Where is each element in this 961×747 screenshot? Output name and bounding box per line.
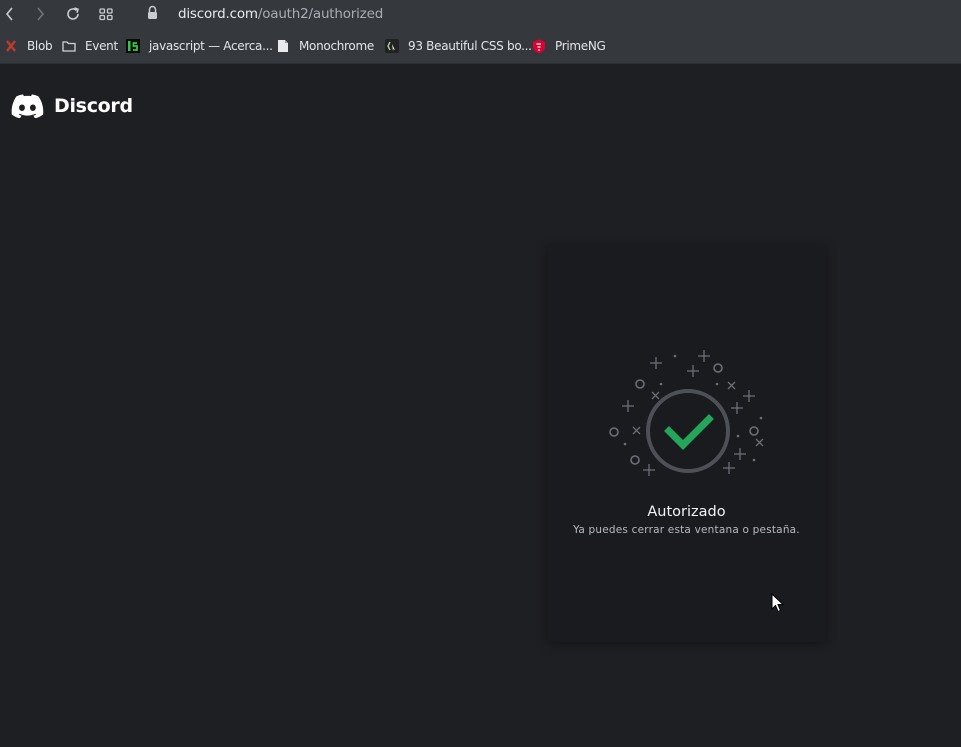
bookmark-label: Blob	[27, 39, 53, 53]
bookmark-label: javascript — Acerca...	[149, 39, 273, 53]
forward-button[interactable]	[30, 4, 50, 24]
authorized-title: Autorizado	[647, 504, 726, 520]
checkmark-icon	[664, 414, 714, 450]
bookmark-javascript[interactable]: javascript — Acerca...	[126, 37, 273, 55]
speed-dial-button[interactable]	[96, 4, 116, 24]
back-button[interactable]	[0, 4, 20, 24]
bookmarks-bar: Blob Event javascript — Acerca... Monoch…	[0, 29, 961, 64]
folder-icon	[62, 39, 76, 53]
document-icon	[276, 39, 290, 53]
reload-button[interactable]	[63, 4, 83, 24]
check-ring	[646, 389, 730, 473]
bookmark-label: Event	[85, 39, 118, 53]
brand-wordmark: Discord	[54, 95, 133, 117]
bookmark-label: PrimeNG	[555, 39, 606, 53]
css-site-icon	[385, 39, 399, 53]
grid-icon	[99, 8, 113, 21]
mouse-cursor-icon	[771, 593, 785, 613]
address-bar[interactable]: discord.com/oauth2/authorized	[178, 6, 383, 22]
bookmark-css-bo[interactable]: 93 Beautiful CSS bo...	[385, 37, 532, 55]
bookmark-event[interactable]: Event	[62, 37, 118, 55]
page-content: Discord Autorizado Ya puedes cerrar esta…	[0, 64, 961, 747]
bookmark-label: Monochrome	[299, 39, 374, 53]
reload-icon	[67, 7, 79, 20]
discord-icon	[11, 94, 44, 118]
chevron-left-icon	[5, 7, 13, 21]
url-host: discord.com	[178, 6, 258, 22]
bookmark-primeng[interactable]: PrimeNG	[532, 37, 606, 55]
js-site-icon	[126, 39, 140, 53]
discord-logo[interactable]: Discord	[11, 94, 133, 118]
primeng-icon	[532, 39, 546, 53]
bookmark-blob[interactable]: Blob	[4, 37, 53, 55]
chevron-right-icon	[37, 7, 45, 21]
blob-icon	[4, 39, 18, 53]
authorized-card: Autorizado Ya puedes cerrar esta ventana…	[547, 244, 826, 642]
url-path: /oauth2/authorized	[257, 6, 384, 22]
bookmark-monochrome[interactable]: Monochrome	[276, 37, 374, 55]
bookmark-label: 93 Beautiful CSS bo...	[408, 39, 532, 53]
authorized-subtitle: Ya puedes cerrar esta ventana o pestaña.	[573, 524, 800, 536]
success-check-illustration	[609, 350, 764, 476]
lock-icon[interactable]	[146, 5, 159, 26]
browser-toolbar: discord.com/oauth2/authorized	[0, 0, 961, 29]
